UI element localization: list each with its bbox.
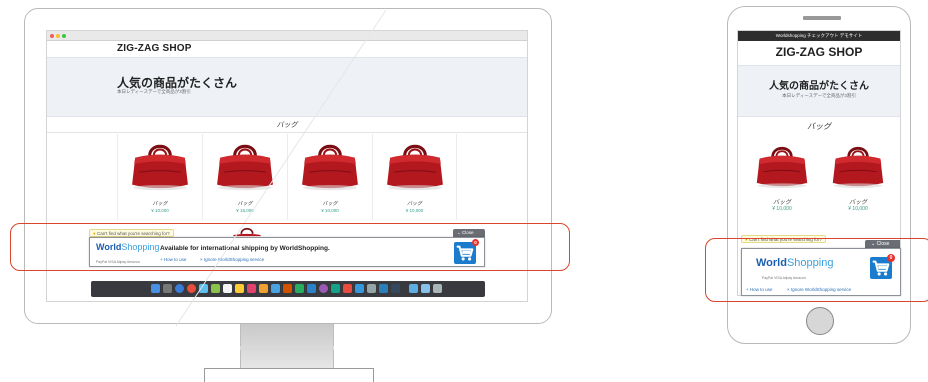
- cart-count-badge: 0: [472, 239, 479, 246]
- phone-cant-find-tooltip[interactable]: ● Can't find what you're searching for?: [741, 235, 826, 243]
- phone-section-title: バッグ: [807, 122, 831, 131]
- itunes-icon[interactable]: [319, 284, 328, 293]
- close-label: Close: [876, 241, 890, 247]
- product-price: ¥ 10,000: [321, 208, 339, 213]
- maximize-window-dot[interactable]: [62, 34, 66, 38]
- hero-banner: 人気の商品がたくさん 本日レディースデーで全商品が3割引: [47, 57, 527, 117]
- bag-image: [754, 142, 810, 192]
- product-card[interactable]: バッグ ¥ 10,000: [372, 134, 457, 220]
- product-grid: バッグ ¥ 10,000 バッグ ¥ 15,000 バッグ ¥ 10,000 バ…: [117, 134, 459, 220]
- product-name: バッグ: [848, 200, 867, 206]
- ignore-service-link[interactable]: × Ignore WorldShopping service: [200, 257, 264, 262]
- how-to-use-link[interactable]: + How to use: [160, 257, 186, 262]
- worldshopping-logo: WorldShopping: [96, 242, 159, 252]
- product-card[interactable]: バッグ ¥ 10,000: [117, 134, 202, 220]
- logo-world: World: [96, 242, 122, 252]
- ignore-service-link[interactable]: × Ignore WorldShopping service: [787, 287, 851, 292]
- bag-image: [384, 140, 446, 194]
- messages-icon[interactable]: [211, 284, 220, 293]
- close-window-dot[interactable]: [50, 34, 54, 38]
- product-name: バッグ: [237, 201, 253, 207]
- folder-icon[interactable]: [409, 284, 418, 293]
- photos-icon[interactable]: [259, 284, 268, 293]
- ignore-text: Ignore WorldShopping service: [790, 287, 852, 292]
- calendar-icon[interactable]: [223, 284, 232, 293]
- appstore-icon[interactable]: [271, 284, 280, 293]
- widget-close-button[interactable]: ⌄ Close: [453, 229, 485, 237]
- bag-image: [129, 140, 191, 194]
- phone-worldshopping-widget: WorldShopping PayPal VISA Alipay Amazon …: [741, 248, 901, 296]
- product-price: ¥ 10,000: [772, 206, 792, 212]
- chrome-icon[interactable]: [187, 284, 196, 293]
- phone-product-card[interactable]: バッグ ¥ 10,000: [746, 136, 818, 226]
- trash-icon[interactable]: [433, 284, 442, 293]
- logo-world: World: [756, 257, 787, 269]
- worldshopping-logo: WorldShopping: [756, 257, 833, 269]
- browser-titlebar: [47, 31, 527, 41]
- shipping-message: Available for international shipping by …: [160, 245, 330, 252]
- xcode-icon[interactable]: [355, 284, 364, 293]
- product-name: バッグ: [322, 201, 338, 207]
- product-price: ¥ 10,000: [405, 208, 424, 213]
- phone-shop-name[interactable]: ZIG-ZAG SHOP: [738, 45, 900, 59]
- phone-hero-title: 人気の商品がたくさん: [769, 81, 869, 92]
- monitor-stand-band: [240, 346, 334, 350]
- cant-find-text: Can't find what you're searching for?: [96, 231, 170, 236]
- terminal-icon[interactable]: [379, 284, 388, 293]
- logo-shopping: Shopping: [786, 257, 834, 269]
- payment-methods: PayPal VISA Alipay Amazon: [96, 260, 140, 264]
- worldshopping-widget: WorldShopping PayPal VISA Alipay Amazon …: [89, 237, 485, 267]
- settings-icon[interactable]: [367, 284, 376, 293]
- mail-icon[interactable]: [199, 284, 208, 293]
- preview-icon[interactable]: [391, 284, 400, 293]
- warning-icon: ●: [93, 231, 96, 236]
- product-price: ¥ 15,000: [236, 208, 254, 213]
- phone-home-button[interactable]: [806, 307, 834, 335]
- finder-icon[interactable]: [151, 284, 160, 293]
- minimize-window-dot[interactable]: [56, 34, 60, 38]
- bag-image: [299, 140, 361, 194]
- safari-icon[interactable]: [175, 284, 184, 293]
- product-name: バッグ: [406, 201, 422, 207]
- bag-image: [214, 140, 276, 194]
- warning-icon: ●: [745, 237, 748, 242]
- notes-icon[interactable]: [235, 284, 244, 293]
- phone-hero-banner: 人気の商品がたくさん 本日レディースデーで全商品が3割引: [738, 65, 900, 117]
- cart-count-badge: 0: [887, 254, 895, 262]
- pages-icon[interactable]: [283, 284, 292, 293]
- numbers-icon[interactable]: [295, 284, 304, 293]
- product-price: ¥ 10,000: [151, 208, 169, 213]
- news-icon[interactable]: [343, 284, 352, 293]
- downloads-icon[interactable]: [421, 284, 430, 293]
- desktop-screen: ZIG-ZAG SHOP 人気の商品がたくさん 本日レディースデーで全商品が3割…: [46, 30, 528, 302]
- how-to-use-text: How to use: [749, 287, 773, 292]
- bag-image: [830, 142, 886, 192]
- product-card[interactable]: バッグ ¥ 10,000: [287, 134, 372, 220]
- cant-find-text: Can't find what you're searching for?: [748, 237, 822, 242]
- ignore-text: Ignore WorldShopping service: [203, 257, 265, 262]
- phone-product-card[interactable]: バッグ ¥ 10,000: [822, 136, 894, 226]
- how-to-use-text: How to use: [163, 257, 187, 262]
- how-to-use-link[interactable]: + How to use: [746, 287, 772, 292]
- product-name: バッグ: [152, 201, 168, 207]
- logo-shopping: Shopping: [121, 242, 160, 252]
- section-title: バッグ: [47, 119, 527, 133]
- payment-methods: PayPal VISA Alipay Amazon: [762, 276, 806, 280]
- phone-hero-subtitle: 本日レディースデーで全商品が3割引: [782, 93, 856, 98]
- music-icon[interactable]: [247, 284, 256, 293]
- product-name: バッグ: [772, 200, 791, 206]
- shop-name[interactable]: ZIG-ZAG SHOP: [117, 43, 192, 54]
- product-card[interactable]: バッグ ¥ 15,000: [202, 134, 287, 220]
- close-label: Close: [462, 230, 474, 235]
- cant-find-tooltip[interactable]: ● Can't find what you're searching for?: [89, 229, 174, 237]
- maps-icon[interactable]: [331, 284, 340, 293]
- product-price: ¥ 10,000: [848, 206, 868, 212]
- keynote-icon[interactable]: [307, 284, 316, 293]
- phone-speaker: [803, 16, 841, 20]
- mac-dock: [91, 281, 485, 297]
- hero-subtitle: 本日レディースデーで全商品が3割引: [117, 89, 191, 94]
- phone-top-bar: Worldshopping チェックアウト デモサイト: [738, 31, 900, 41]
- launchpad-icon[interactable]: [163, 284, 172, 293]
